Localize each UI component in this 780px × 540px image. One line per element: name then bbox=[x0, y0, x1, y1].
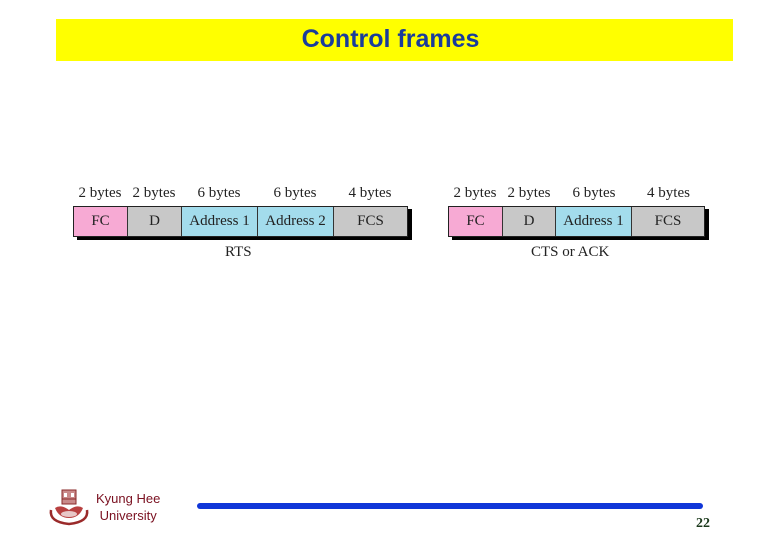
field-size-label: 2 bytes bbox=[78, 185, 122, 201]
field-fc: FC bbox=[449, 207, 503, 236]
field-address-1: Address 1 bbox=[182, 207, 258, 236]
field-size-label: 4 bytes bbox=[348, 185, 392, 201]
field-fc: FC bbox=[74, 207, 128, 236]
field-size-label: 6 bytes bbox=[197, 185, 241, 201]
field-size-label: 6 bytes bbox=[273, 185, 317, 201]
field-fcs: FCS bbox=[632, 207, 704, 236]
university-name-line1: Kyung Hee bbox=[96, 491, 161, 506]
cts-ack-frame: FC D Address 1 FCS bbox=[448, 206, 705, 237]
field-size-label: 6 bytes bbox=[572, 185, 616, 201]
page-number: 22 bbox=[696, 516, 710, 531]
field-fcs: FCS bbox=[334, 207, 407, 236]
frame-caption-rts: RTS bbox=[225, 244, 252, 260]
rts-frame: FC D Address 1 Address 2 FCS bbox=[73, 206, 408, 237]
slide-title: Control frames bbox=[301, 24, 480, 53]
title-bar: Control frames bbox=[56, 19, 733, 61]
university-seal-icon bbox=[47, 488, 91, 528]
field-size-label: 2 bytes bbox=[507, 185, 551, 201]
field-d: D bbox=[128, 207, 182, 236]
footer-divider-bar bbox=[197, 503, 703, 509]
university-name: Kyung Hee University bbox=[96, 490, 160, 524]
university-name-line2: University bbox=[99, 508, 157, 523]
field-address-1: Address 1 bbox=[556, 207, 632, 236]
field-d: D bbox=[503, 207, 556, 236]
field-address-2: Address 2 bbox=[258, 207, 334, 236]
field-size-label: 4 bytes bbox=[647, 185, 690, 201]
frame-caption-cts-ack: CTS or ACK bbox=[531, 244, 610, 260]
field-size-label: 2 bytes bbox=[132, 185, 176, 201]
field-size-label: 2 bytes bbox=[453, 185, 497, 201]
